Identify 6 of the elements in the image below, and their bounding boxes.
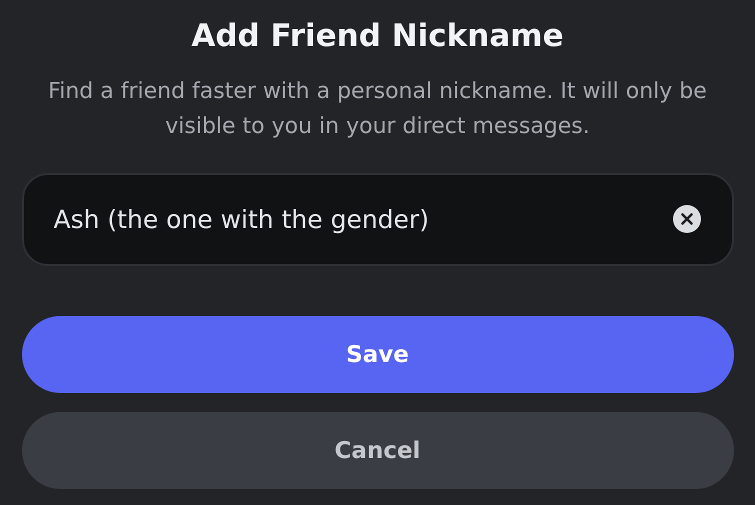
save-button[interactable]: Save: [22, 316, 734, 393]
clear-icon[interactable]: [672, 205, 700, 233]
cancel-button[interactable]: Cancel: [22, 412, 734, 489]
nickname-field[interactable]: Ash (the one with the gender): [22, 173, 734, 266]
dialog-title: Add Friend Nickname: [191, 17, 564, 56]
dialog-description: Find a friend faster with a personal nickname. It will only be visible to you in your direct messages.: [47, 78, 708, 141]
